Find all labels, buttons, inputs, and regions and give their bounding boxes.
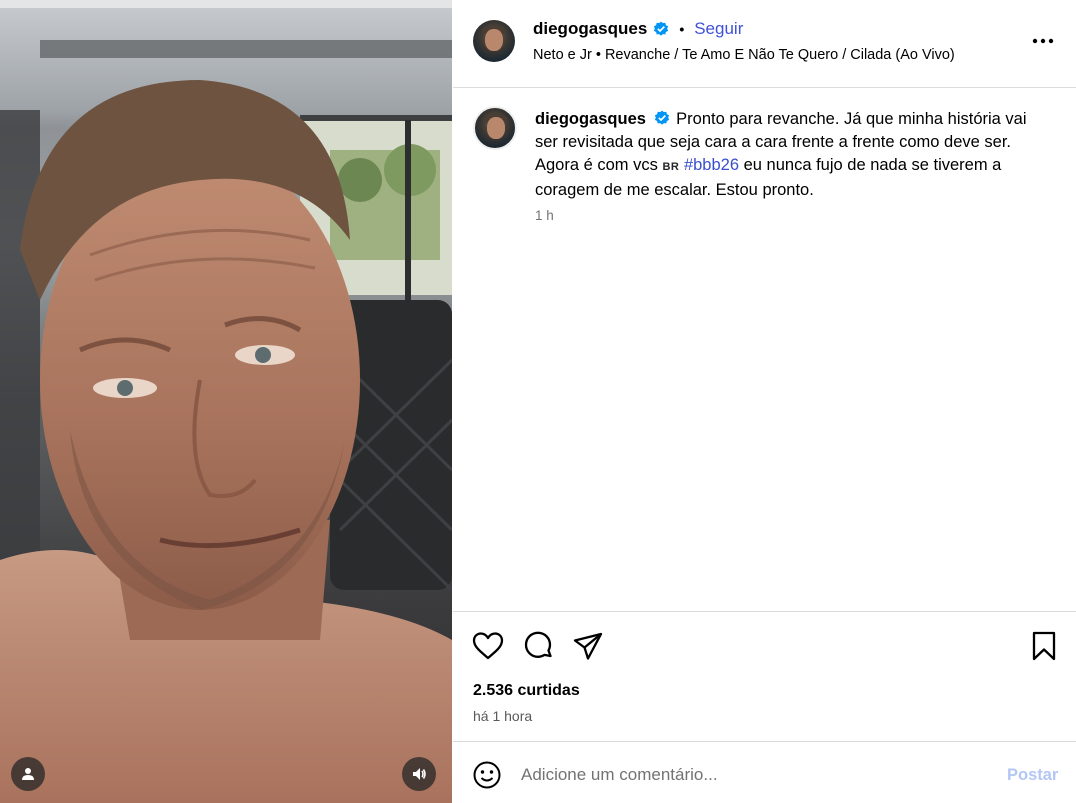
media-frame — [0, 0, 452, 803]
flag-emoji: BR — [662, 161, 680, 173]
audio-attribution-link[interactable]: Neto e Jr • Revanche / Te Amo E Não Te Q… — [533, 47, 955, 63]
post-media[interactable] — [0, 0, 452, 803]
post-actions: 2.536 curtidas há 1 hora — [453, 611, 1076, 741]
comment-input[interactable] — [521, 760, 991, 790]
likes-count[interactable]: 2.536 curtidas — [473, 682, 580, 700]
comment-bar: Postar — [453, 741, 1076, 803]
heart-icon[interactable] — [471, 629, 505, 663]
post-header: diegogasques • Seguir Neto e Jr • Revanc… — [453, 0, 1076, 88]
post-comment-button[interactable]: Postar — [1007, 766, 1058, 785]
avatar-face — [487, 117, 505, 139]
post-details-panel: diegogasques • Seguir Neto e Jr • Revanc… — [453, 0, 1076, 803]
bookmark-icon[interactable] — [1027, 629, 1061, 663]
username-link[interactable]: diegogasques — [533, 19, 647, 39]
share-icon[interactable] — [571, 629, 605, 663]
user-tag-icon — [22, 768, 34, 780]
verified-badge-icon — [654, 21, 669, 36]
caption-timestamp[interactable]: 1 h — [535, 208, 554, 223]
user-tag-button[interactable] — [11, 757, 45, 791]
header-user-line: diegogasques • Seguir — [533, 19, 743, 39]
caption-username[interactable]: diegogasques — [535, 110, 646, 128]
post-timestamp[interactable]: há 1 hora — [473, 708, 532, 724]
avatar-face — [485, 29, 503, 51]
more-horizontal-icon[interactable] — [1028, 28, 1058, 54]
sound-toggle-button[interactable] — [402, 757, 436, 791]
comment-icon[interactable] — [521, 629, 555, 663]
hashtag-link[interactable]: #bbb26 — [684, 156, 739, 174]
verified-badge-icon — [654, 110, 669, 125]
speaker-icon — [413, 768, 426, 780]
avatar[interactable] — [473, 20, 515, 62]
post-caption: diegogasques Pronto para revanche. Já qu… — [535, 108, 1045, 202]
separator-dot: • — [679, 21, 685, 37]
caption-avatar[interactable] — [473, 106, 517, 150]
emoji-icon[interactable] — [472, 760, 502, 790]
follow-button[interactable]: Seguir — [694, 19, 743, 39]
